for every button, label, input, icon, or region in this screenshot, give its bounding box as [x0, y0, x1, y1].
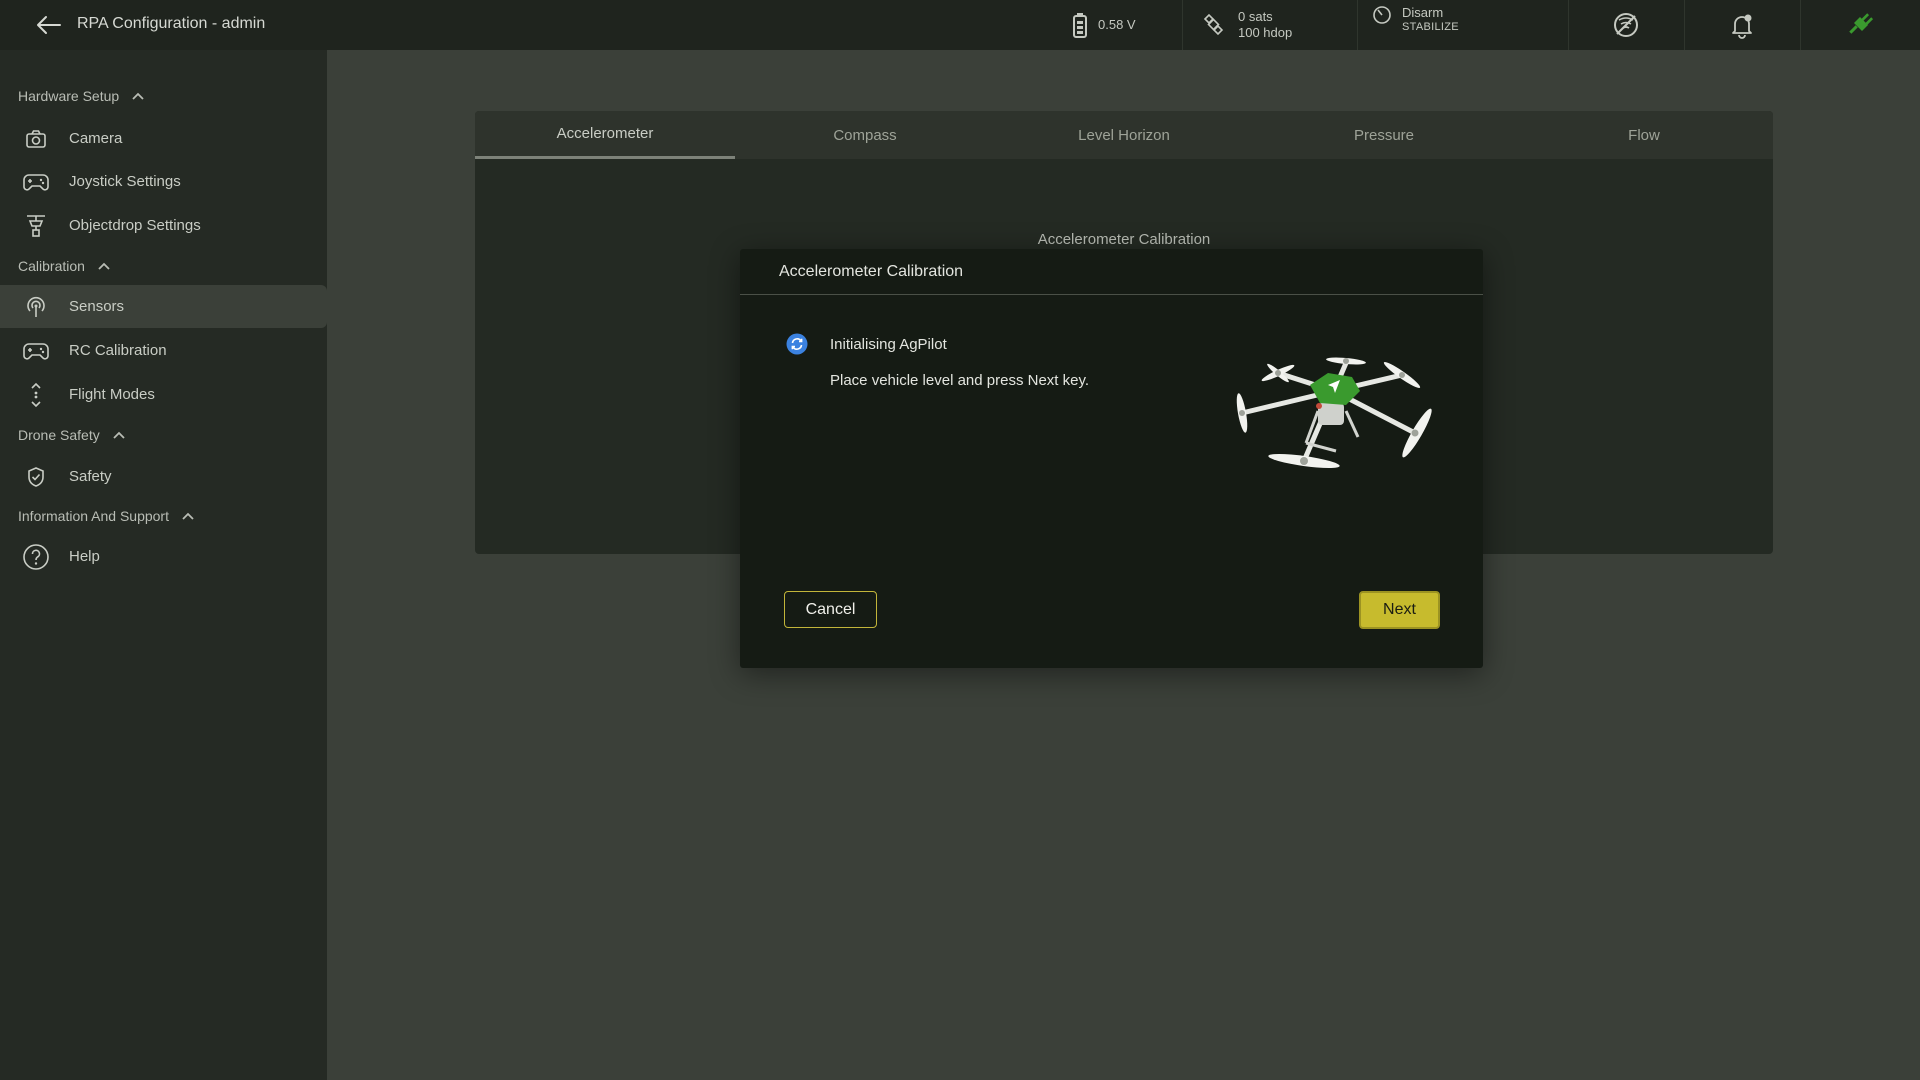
sidebar-item-safety[interactable]: Safety — [0, 455, 327, 498]
drop-icon — [22, 212, 50, 240]
step-label: Initialising AgPilot — [830, 336, 947, 353]
back-arrow-icon[interactable] — [36, 13, 62, 37]
dialog-title: Accelerometer Calibration — [779, 263, 964, 280]
chevron-up-icon — [112, 430, 126, 440]
sidebar-item-camera[interactable]: Camera — [0, 117, 327, 160]
sidebar-item-label: Joystick Settings — [69, 173, 181, 190]
bell-icon[interactable] — [1684, 0, 1800, 50]
panel-heading: Accelerometer Calibration — [1037, 231, 1211, 248]
sidebar-item-label: Camera — [69, 130, 123, 147]
flight-modes-icon — [22, 381, 50, 409]
plug-connected-icon[interactable] — [1802, 0, 1918, 50]
section-label: Calibration — [18, 258, 85, 274]
divider — [1182, 0, 1183, 50]
battery-icon — [1072, 12, 1088, 38]
no-signal-icon[interactable] — [1568, 0, 1684, 50]
sidebar-item-sensors[interactable]: Sensors — [0, 285, 327, 328]
sidebar-item-flight-modes[interactable]: Flight Modes — [0, 373, 327, 416]
sidebar-item-label: Safety — [69, 468, 112, 485]
next-button[interactable]: Next — [1359, 591, 1440, 629]
sidebar: Hardware Setup Camera Joystick Settings … — [0, 50, 327, 1080]
battery-status: 0.58 V — [1072, 0, 1136, 50]
top-bar: RPA Configuration - admin 0.58 V 0 sats … — [0, 0, 1920, 50]
sidebar-item-label: Help — [69, 548, 100, 565]
cancel-button[interactable]: Cancel — [784, 591, 877, 628]
tab-bar: Accelerometer Compass Level Horizon Pres… — [475, 111, 1773, 159]
sidebar-item-label: Objectdrop Settings — [69, 217, 201, 234]
spinner-icon — [786, 333, 808, 355]
sidebar-item-label: Flight Modes — [69, 386, 155, 403]
gps-sats: 0 sats — [1238, 9, 1273, 24]
sidebar-item-joystick-settings[interactable]: Joystick Settings — [0, 160, 327, 203]
dialog-divider — [740, 294, 1483, 295]
drone-illustration — [1218, 333, 1450, 483]
gps-hdop: 100 hdop — [1238, 25, 1293, 40]
section-information-and-support[interactable]: Information And Support — [18, 508, 195, 524]
tab-accelerometer[interactable]: Accelerometer — [475, 111, 735, 159]
help-icon — [22, 543, 50, 571]
shield-icon — [22, 463, 50, 491]
section-drone-safety[interactable]: Drone Safety — [18, 427, 126, 443]
section-label: Drone Safety — [18, 427, 100, 443]
chevron-up-icon — [181, 511, 195, 521]
gamepad-icon — [22, 337, 50, 365]
tab-compass[interactable]: Compass — [735, 111, 995, 159]
tab-level-horizon[interactable]: Level Horizon — [994, 111, 1254, 159]
sidebar-item-label: RC Calibration — [69, 342, 167, 359]
chevron-up-icon — [131, 91, 145, 101]
calibration-dialog: Accelerometer Calibration Initialising A… — [740, 249, 1483, 668]
section-hardware-setup[interactable]: Hardware Setup — [18, 88, 145, 104]
gps-status: 0 sats 100 hdop — [1202, 0, 1292, 50]
camera-icon — [22, 125, 50, 153]
arm-status: Disarm STABILIZE — [1372, 0, 1459, 50]
section-label: Hardware Setup — [18, 88, 120, 104]
chevron-up-icon — [97, 261, 111, 271]
section-calibration[interactable]: Calibration — [18, 258, 111, 274]
arm-state: Disarm — [1402, 5, 1444, 20]
tab-flow[interactable]: Flow — [1514, 111, 1774, 159]
section-label: Information And Support — [18, 508, 169, 524]
sensor-icon — [22, 293, 50, 321]
satellite-icon — [1202, 13, 1226, 37]
gauge-icon — [1372, 5, 1392, 25]
sidebar-item-rc-calibration[interactable]: RC Calibration — [0, 329, 327, 372]
instruction-text: Place vehicle level and press Next key. — [830, 372, 1090, 389]
divider — [1357, 0, 1358, 50]
page-title: RPA Configuration - admin — [77, 15, 266, 32]
sidebar-item-label: Sensors — [69, 298, 125, 315]
battery-voltage: 0.58 V — [1098, 17, 1136, 32]
gamepad-icon — [22, 168, 50, 196]
sidebar-item-objectdrop-settings[interactable]: Objectdrop Settings — [0, 204, 327, 247]
tab-pressure[interactable]: Pressure — [1254, 111, 1514, 159]
divider — [1800, 0, 1801, 50]
sidebar-item-help[interactable]: Help — [0, 535, 327, 578]
flight-mode: STABILIZE — [1402, 21, 1459, 33]
